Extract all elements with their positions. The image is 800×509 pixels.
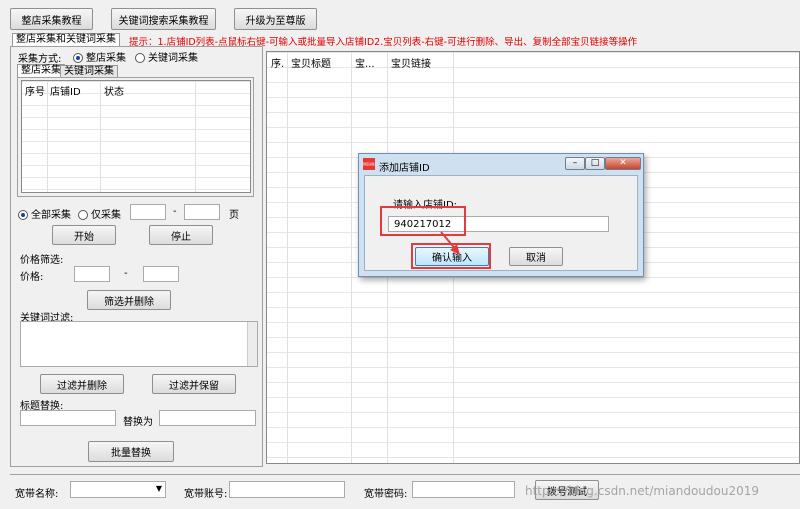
col-divider xyxy=(47,81,48,192)
watermark: https://blog.csdn.net/miandoudou2019 xyxy=(525,484,760,498)
broadband-password-input[interactable] xyxy=(412,481,515,498)
col-header: 序号 xyxy=(25,87,45,98)
keyword-collect-tutorial-button[interactable]: 关键词搜索采集教程 xyxy=(111,8,216,30)
col-header: 状态 xyxy=(104,87,124,98)
broadband-name-label: 宽带名称: xyxy=(15,489,59,500)
broadband-name-select[interactable]: ▼ xyxy=(70,481,166,498)
radio-label: 关键词采集 xyxy=(148,53,198,64)
stop-button[interactable]: 停止 xyxy=(149,225,213,245)
col-header: 宝... xyxy=(355,59,375,70)
upgrade-button[interactable]: 升级为至尊版 xyxy=(234,8,317,30)
app-icon: 微店采集 xyxy=(363,158,375,170)
replace-with-label: 替换为 xyxy=(123,417,153,428)
price-min-input[interactable] xyxy=(74,266,110,282)
price-filter-label: 价格筛选: xyxy=(20,255,64,266)
filter-delete-button[interactable]: 筛选并删除 xyxy=(87,290,171,310)
col-header: 宝贝标题 xyxy=(291,59,331,70)
radio-dot-icon xyxy=(18,210,28,220)
col-divider xyxy=(195,81,196,192)
chevron-down-icon: ▼ xyxy=(155,484,162,493)
close-icon[interactable]: ✕ xyxy=(605,157,641,170)
radio-collect-only[interactable]: 仅采集 xyxy=(78,206,121,221)
radio-shop-collect[interactable]: 整店采集 xyxy=(73,49,126,64)
col-divider xyxy=(100,81,101,192)
arrow-icon xyxy=(440,231,460,255)
radio-label: 全部采集 xyxy=(31,210,71,221)
subtab-shop-collect[interactable]: 整店采集 xyxy=(17,64,65,77)
bottom-divider xyxy=(10,474,800,475)
radio-keyword-collect[interactable]: 关键词采集 xyxy=(135,49,198,64)
cancel-button[interactable]: 取消 xyxy=(509,247,563,266)
broadband-account-label: 宽带账号: xyxy=(184,489,228,500)
minimize-icon[interactable]: – xyxy=(565,157,585,170)
radio-dot-icon xyxy=(73,53,83,63)
start-button[interactable]: 开始 xyxy=(52,225,116,245)
filter-keyword-keep-button[interactable]: 过滤并保留 xyxy=(152,374,236,394)
title-replace-input[interactable] xyxy=(159,410,256,426)
radio-label: 整店采集 xyxy=(86,53,126,64)
col-divider xyxy=(351,52,352,463)
page-to-input[interactable] xyxy=(184,204,220,220)
col-divider xyxy=(287,52,288,463)
page-from-input[interactable] xyxy=(130,204,166,220)
col-header: 宝贝链接 xyxy=(391,59,431,70)
price-max-input[interactable] xyxy=(143,266,179,282)
radio-dot-icon xyxy=(135,53,145,63)
col-header: 序. xyxy=(271,59,285,70)
broadband-account-input[interactable] xyxy=(229,481,345,498)
keyword-filter-textarea[interactable] xyxy=(20,321,258,367)
shop-id-table[interactable]: 序号 店铺ID 状态 xyxy=(21,80,251,193)
price-dash: - xyxy=(124,268,128,279)
batch-replace-button[interactable]: 批量替换 xyxy=(88,441,174,462)
price-label: 价格: xyxy=(20,272,44,283)
shop-collect-tutorial-button[interactable]: 整店采集教程 xyxy=(10,8,93,30)
radio-label: 仅采集 xyxy=(91,210,121,221)
title-find-input[interactable] xyxy=(20,410,116,426)
dialog-title: 添加店铺ID xyxy=(379,163,430,174)
scrollbar[interactable] xyxy=(247,322,257,366)
filter-keyword-delete-button[interactable]: 过滤并删除 xyxy=(40,374,124,394)
col-header: 店铺ID xyxy=(50,87,81,98)
maximize-icon[interactable]: □ xyxy=(585,157,605,170)
page-unit: 页 xyxy=(229,210,239,221)
radio-collect-all[interactable]: 全部采集 xyxy=(18,206,71,221)
range-dash: - xyxy=(173,206,177,217)
subtab-keyword-collect[interactable]: 关键词采集 xyxy=(60,65,118,77)
broadband-password-label: 宽带密码: xyxy=(364,489,408,500)
radio-dot-icon xyxy=(78,210,88,220)
collect-mode-label: 采集方式: xyxy=(18,54,62,65)
tab-shop-and-keyword-collect[interactable]: 整店采集和关键词采集 xyxy=(12,33,120,46)
